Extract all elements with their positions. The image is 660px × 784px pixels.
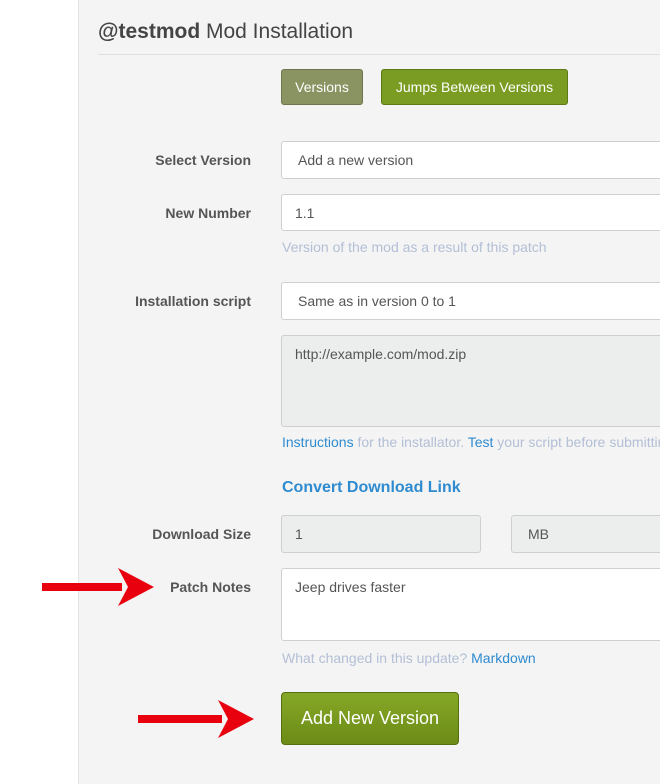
- red-arrow-icon: [138, 700, 254, 738]
- patch-notes-help: What changed in this update? Markdown: [282, 650, 536, 666]
- title-text: Mod Installation: [206, 20, 354, 43]
- add-new-version-button[interactable]: Add New Version: [281, 692, 459, 745]
- red-arrow-icon: [42, 568, 154, 606]
- page-margin: [0, 0, 78, 784]
- patch-notes-textarea[interactable]: Jeep drives faster: [281, 568, 660, 641]
- download-size-unit-select[interactable]: MB: [511, 515, 660, 553]
- versions-tab-button[interactable]: Versions: [281, 69, 363, 105]
- download-size-label: Download Size: [152, 526, 251, 542]
- test-link[interactable]: Test: [468, 434, 494, 450]
- jumps-between-versions-button[interactable]: Jumps Between Versions: [381, 69, 568, 105]
- new-number-label: New Number: [165, 205, 251, 221]
- convert-download-link[interactable]: Convert Download Link: [282, 479, 461, 497]
- new-number-input[interactable]: 1.1: [281, 194, 660, 231]
- installation-script-help: Instructions for the installator. Test y…: [282, 434, 660, 450]
- markdown-link[interactable]: Markdown: [471, 650, 536, 666]
- title-divider: [98, 54, 660, 55]
- instructions-link[interactable]: Instructions: [282, 434, 354, 450]
- download-size-input[interactable]: 1: [281, 515, 481, 553]
- mod-name: @testmod: [98, 20, 201, 43]
- select-version-dropdown[interactable]: Add a new version: [281, 141, 660, 179]
- page-title: @testmod Mod Installation: [98, 20, 353, 44]
- installation-script-dropdown[interactable]: Same as in version 0 to 1: [281, 282, 660, 320]
- installation-script-label: Installation script: [135, 293, 251, 309]
- select-version-label: Select Version: [155, 152, 251, 168]
- new-number-help: Version of the mod as a result of this p…: [282, 239, 547, 255]
- installation-script-textarea[interactable]: http://example.com/mod.zip: [281, 335, 660, 427]
